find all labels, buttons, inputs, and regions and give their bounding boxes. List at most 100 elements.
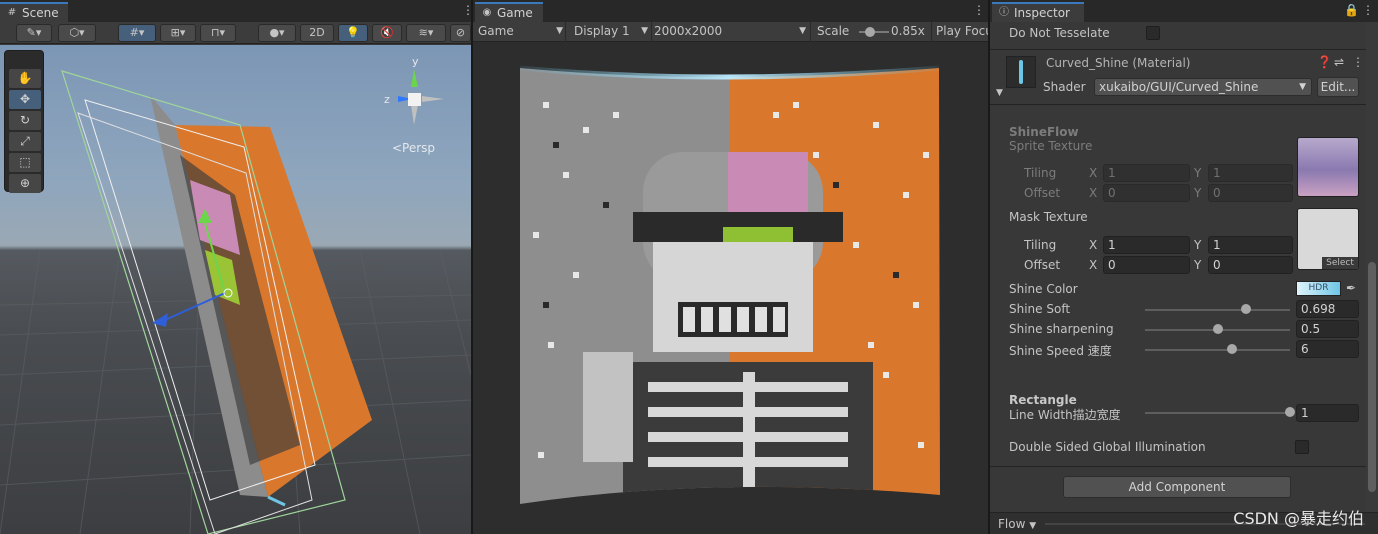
game-viewport[interactable]: [473, 42, 988, 534]
shader-value: xukaibo/GUI/Curved_Shine: [1099, 80, 1259, 94]
shine-soft-slider-knob[interactable]: [1241, 304, 1252, 314]
hidden-objects-icon[interactable]: ⊘: [450, 24, 471, 42]
snap-increment-button[interactable]: ⊞▾: [160, 24, 196, 42]
shine-speed-label: Shine Speed 速度: [1009, 344, 1112, 358]
separator: [990, 104, 1366, 105]
shading-mode-button[interactable]: ⬡▾: [58, 24, 96, 42]
inspector-scrollbar[interactable]: [1366, 22, 1378, 534]
shine-speed-input[interactable]: 6: [1296, 340, 1359, 358]
tab-inspector-label: Inspector: [1014, 6, 1070, 20]
lighting-toggle-icon[interactable]: 💡: [338, 24, 368, 42]
mask-texture-label: Mask Texture: [1009, 210, 1088, 224]
mask-select-button[interactable]: Select: [1322, 257, 1358, 269]
line-width-slider-knob[interactable]: [1285, 407, 1295, 417]
sprite-tiling-y-input[interactable]: 1: [1208, 164, 1293, 182]
mask-offset-y-input[interactable]: 0: [1208, 256, 1293, 274]
scale-slider-knob[interactable]: [865, 27, 875, 37]
mask-tiling-y-label: Y: [1194, 238, 1202, 252]
help-icon[interactable]: ❓: [1317, 55, 1332, 69]
scene-menu-icon[interactable]: ⋮: [462, 4, 474, 16]
gamepad-icon: ◉: [482, 7, 492, 18]
sprite-offset-y-input[interactable]: 0: [1208, 184, 1293, 202]
tab-game[interactable]: ◉ Game: [475, 2, 543, 22]
game-toolbar: Game ▼ Display 1 ▼ 2000x2000 ▼ Scale 0.8…: [473, 22, 988, 42]
play-focus-dropdown[interactable]: Play Focu: [936, 22, 988, 42]
do-not-tesselate-checkbox[interactable]: [1146, 26, 1160, 40]
display-dropdown[interactable]: Display 1 ▼: [574, 22, 648, 42]
chevron-down-icon: ▼: [799, 26, 806, 36]
hand-tool-icon[interactable]: ✋: [9, 69, 41, 88]
material-shine-glyph: [1019, 60, 1023, 84]
shine-color-swatch[interactable]: HDR: [1296, 281, 1341, 296]
mode-2d-button[interactable]: 2D: [300, 24, 334, 42]
eyedropper-icon[interactable]: ✒: [1346, 281, 1356, 295]
sprite-offset-x-input[interactable]: 0: [1103, 184, 1190, 202]
shine-sharpening-slider-knob[interactable]: [1212, 324, 1223, 334]
perspective-label[interactable]: <Persp: [392, 141, 435, 155]
foldout-arrow-icon[interactable]: ▼: [996, 88, 1003, 98]
shine-speed-slider-track[interactable]: [1145, 349, 1290, 351]
shine-soft-input[interactable]: 0.698: [1296, 300, 1359, 318]
audio-toggle-icon[interactable]: 🔇: [372, 24, 402, 42]
line-width-input[interactable]: 1: [1296, 404, 1359, 422]
orientation-z-label: z: [384, 93, 390, 106]
rotate-tool-icon[interactable]: ↻: [9, 111, 41, 130]
line-width-slider-track[interactable]: [1145, 412, 1290, 414]
tab-game-label: Game: [497, 6, 533, 20]
preset-icon[interactable]: ⇌: [1334, 55, 1344, 69]
rect-tool-icon[interactable]: ⬚: [9, 153, 41, 172]
chevron-down-icon: ▼: [556, 26, 563, 36]
scene-viewport[interactable]: y z ✋ ✥ ↻ ⤢ ⬚ ⊕ <Persp: [0, 45, 471, 534]
inspector-scroll-thumb[interactable]: [1368, 262, 1376, 492]
sprite-tiling-x-input[interactable]: 1: [1103, 164, 1190, 182]
separator: [990, 466, 1366, 467]
orientation-cube[interactable]: [408, 93, 421, 106]
resolution-dropdown[interactable]: 2000x2000 ▼: [654, 22, 806, 42]
double-sided-gi-checkbox[interactable]: [1295, 440, 1309, 454]
rectangle-heading: Rectangle: [1009, 393, 1077, 407]
ruler-button[interactable]: ⊓▾: [200, 24, 236, 42]
separator: [990, 49, 1366, 50]
draw-mode-button[interactable]: ✎▾: [16, 24, 52, 42]
chevron-down-icon: ▼: [1299, 82, 1306, 92]
chevron-down-icon: ▼: [1029, 521, 1037, 531]
raised-hand: [583, 352, 633, 462]
display-mode-dropdown[interactable]: Game ▼: [478, 22, 563, 42]
tab-inspector[interactable]: ⓘ Inspector: [992, 2, 1084, 22]
scale-slider[interactable]: [859, 22, 889, 42]
mask-tiling-y-input[interactable]: 1: [1208, 236, 1293, 254]
inspector-menu-icon[interactable]: ⋮: [1362, 4, 1374, 16]
brain: [728, 152, 808, 222]
mask-tiling-x-input[interactable]: 1: [1103, 236, 1190, 254]
separator: [651, 22, 652, 42]
game-menu-icon[interactable]: ⋮: [973, 4, 985, 16]
scene-grid-icon: #: [7, 7, 17, 18]
edit-shader-button[interactable]: Edit...: [1317, 77, 1359, 97]
add-component-button[interactable]: Add Component: [1063, 476, 1291, 498]
shine-sharpening-input[interactable]: 0.5: [1296, 320, 1359, 338]
mask-texture-slot[interactable]: Select: [1297, 208, 1359, 270]
flow-dropdown[interactable]: Flow ▼: [998, 517, 1036, 531]
mask-offset-x-input[interactable]: 0: [1103, 256, 1190, 274]
gizmo-z-arrow: [152, 313, 168, 327]
tab-scene[interactable]: # Scene: [0, 2, 68, 22]
scene-tabbar: # Scene ⋮: [0, 0, 474, 22]
sphere-shading-button[interactable]: ●▾: [258, 24, 296, 42]
sprite-tiling-x-label: X: [1089, 166, 1098, 180]
shine-speed-slider-knob[interactable]: [1227, 344, 1237, 354]
sprite-texture-slot[interactable]: [1297, 137, 1359, 197]
scale-tool-icon[interactable]: ⤢: [9, 132, 41, 151]
lock-icon[interactable]: 🔒: [1344, 4, 1359, 16]
separator: [931, 22, 932, 42]
move-tool-icon[interactable]: ✥: [9, 90, 41, 109]
material-menu-icon[interactable]: ⋮: [1352, 55, 1364, 69]
shine-soft-slider-track[interactable]: [1145, 309, 1290, 311]
shader-dropdown[interactable]: xukaibo/GUI/Curved_Shine ▼: [1094, 78, 1312, 96]
transform-tool-icon[interactable]: ⊕: [9, 174, 41, 193]
sprite-texture-label: Sprite Texture: [1009, 139, 1093, 153]
scene-grid-svg: y z: [0, 55, 471, 534]
scale-value: 0.85x: [891, 24, 925, 38]
effects-button[interactable]: ≋▾: [406, 24, 446, 42]
sprite-tiling-label: Tiling: [1024, 166, 1057, 180]
grid-snap-button[interactable]: #▾: [118, 24, 156, 42]
